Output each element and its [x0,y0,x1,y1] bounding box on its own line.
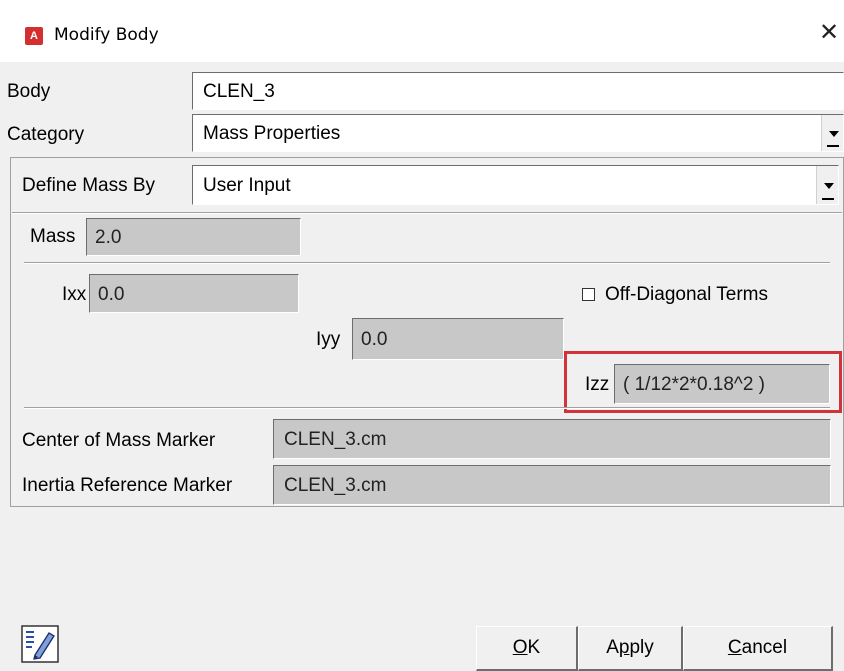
mass-label: Mass [30,226,76,247]
inertia-reference-label: Inertia Reference Marker [22,475,233,496]
body-label: Body [7,81,51,102]
apply-rest: ply [629,637,654,658]
inertia-reference-field[interactable]: CLEN_3.cm [273,465,831,505]
center-of-mass-field[interactable]: CLEN_3.cm [273,419,831,459]
iyy-field[interactable]: 0.0 [352,318,564,360]
app-icon: A [25,27,43,45]
off-diagonal-checkbox[interactable] [582,288,595,301]
inertia-reference-value: CLEN_3.cm [284,475,387,496]
ixx-field[interactable]: 0.0 [89,274,299,313]
separator [24,262,830,264]
apply-button[interactable]: Apply [578,626,683,671]
define-mass-value: User Input [203,175,291,196]
title-bar: A Modify Body ✕ [0,0,844,62]
category-label: Category [7,124,85,145]
cancel-mnemonic: C [727,637,742,658]
close-icon[interactable]: ✕ [815,18,843,46]
ok-mnemonic: O [512,637,528,658]
define-mass-label: Define Mass By [22,175,156,196]
separator [24,407,830,409]
off-diagonal-label[interactable]: Off-Diagonal Terms [605,284,768,306]
mass-value: 2.0 [95,227,122,248]
category-value: Mass Properties [203,123,341,144]
iyy-value: 0.0 [361,329,388,350]
define-mass-select[interactable]: User Input [192,165,839,205]
combo-arrow-icon[interactable] [821,115,843,151]
izz-label: Izz [585,374,610,395]
ok-rest: K [527,637,541,658]
ok-button[interactable]: OK [476,626,578,671]
separator [12,212,842,214]
izz-value: ( 1/12*2*0.18^2 ) [623,374,766,395]
body-value: CLEN_3 [203,81,275,102]
window-title: Modify Body [54,25,159,45]
mass-field[interactable]: 2.0 [86,218,301,256]
ixx-value: 0.0 [98,284,125,305]
apply-mnemonic: p [618,637,630,658]
category-select[interactable]: Mass Properties [192,114,844,152]
combo-arrow-icon[interactable] [816,166,838,204]
center-of-mass-value: CLEN_3.cm [284,429,387,450]
iyy-label: Iyy [316,329,341,350]
body-field[interactable]: CLEN_3 [192,72,844,110]
izz-field[interactable]: ( 1/12*2*0.18^2 ) [614,364,830,404]
ixx-label: Ixx [62,284,87,305]
edit-notes-icon[interactable] [21,625,59,663]
apply-first: A [606,637,619,658]
cancel-button[interactable]: Cancel [683,626,833,671]
center-of-mass-label: Center of Mass Marker [22,430,216,451]
cancel-rest: ancel [741,637,788,658]
